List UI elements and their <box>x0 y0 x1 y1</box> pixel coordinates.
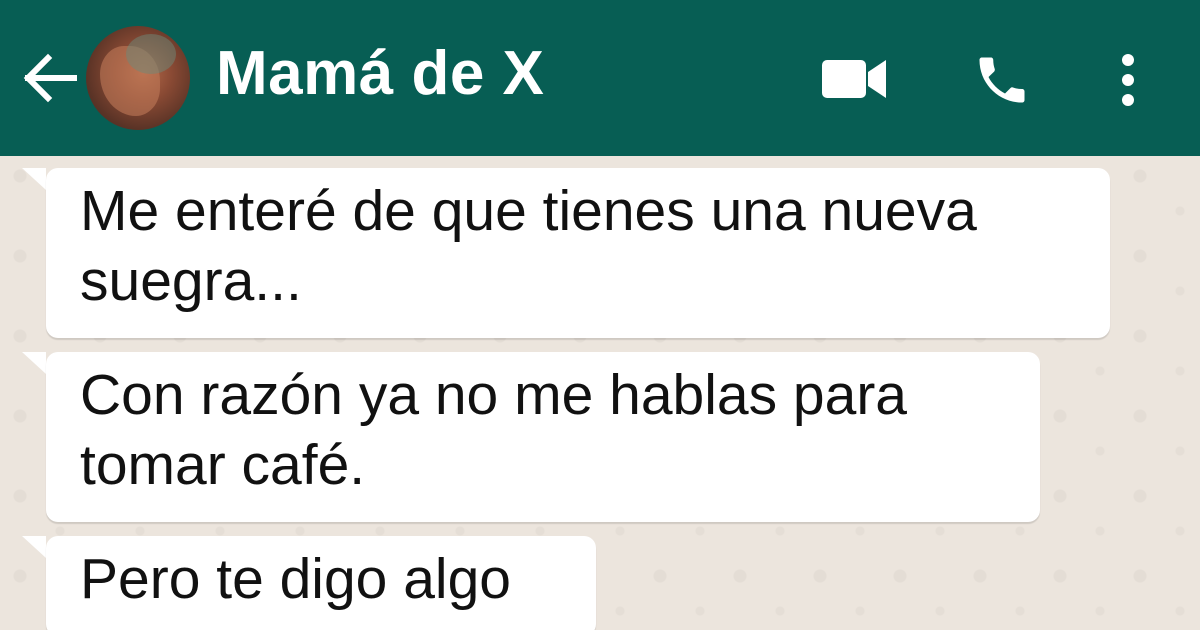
voice-call-icon[interactable] <box>972 50 1032 110</box>
video-call-icon[interactable] <box>822 58 888 100</box>
message-text: Con razón ya no me hablas para <box>80 363 908 427</box>
avatar-blur <box>126 34 176 74</box>
more-options-icon[interactable] <box>1112 50 1144 110</box>
chat-header: Mamá de X <box>0 0 1200 156</box>
bubble-tail <box>22 168 46 190</box>
contact-avatar[interactable] <box>86 26 190 130</box>
message-text: suegra... <box>80 249 302 313</box>
message-bubble[interactable]: Con razón ya no me hablas para tomar caf… <box>46 352 1040 522</box>
bubble-tail <box>22 536 46 558</box>
message-text: tomar café. <box>80 433 366 497</box>
message-text: Me enteré de que tienes una nueva <box>80 179 977 243</box>
message-bubble[interactable]: Me enteré de que tienes una nueva suegra… <box>46 168 1110 338</box>
chat-area: Me enteré de que tienes una nueva suegra… <box>0 156 1200 630</box>
message-bubble[interactable]: Pero te digo algo <box>46 536 596 630</box>
back-arrow-icon[interactable] <box>22 52 78 104</box>
message-text: Pero te digo algo <box>80 547 511 611</box>
bubble-tail <box>22 352 46 374</box>
contact-name[interactable]: Mamá de X <box>216 38 544 109</box>
